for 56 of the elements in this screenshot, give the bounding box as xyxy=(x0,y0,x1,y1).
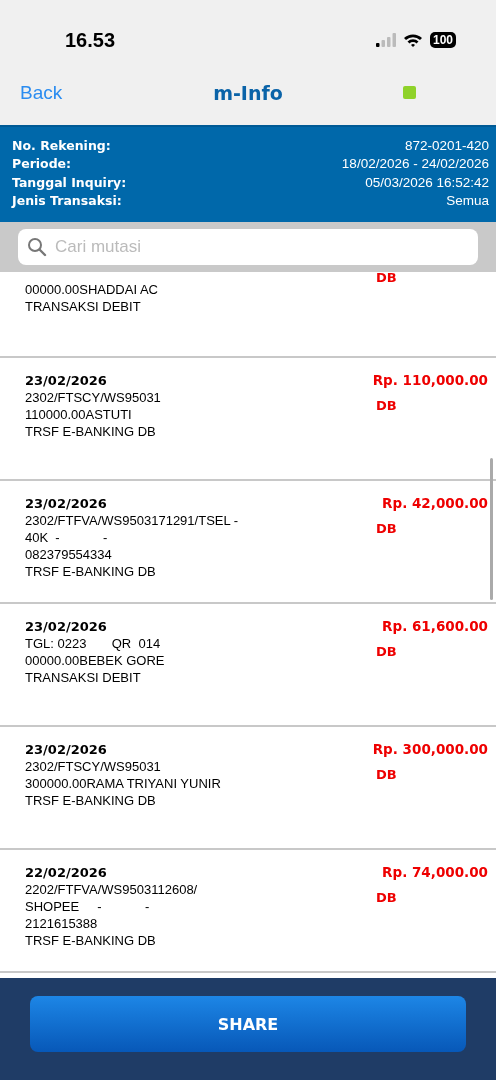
status-time: 16.53 xyxy=(65,29,116,53)
transaction-description: 2302/FTSCY/WS95031 xyxy=(25,389,161,406)
transaction-amount: Rp. 300,000.00 xyxy=(372,741,488,757)
transaction-type: DB xyxy=(376,767,397,782)
info-label: Periode: xyxy=(12,156,73,174)
transaction-description: 2302/FTFVA/WS9503171291/TSEL - xyxy=(25,512,239,529)
info-value: 18/02/2026 - 24/02/2026 xyxy=(340,156,489,174)
transaction-type: DB xyxy=(376,398,397,413)
transaction-description: 2302/FTSCY/WS95031 xyxy=(25,758,162,775)
transaction-description: SHOPEE - - xyxy=(25,898,151,915)
transaction-item[interactable]: 23/02/2026 TGL: 0223 QR 014 00000.00BEBEK GORE TRANSAKSI DEBIT Rp. 61,600.00 DB xyxy=(0,604,496,727)
battery-level: 100 xyxy=(429,32,456,48)
status-indicator xyxy=(403,86,416,99)
transaction-amount: Rp. 61,600.00 xyxy=(382,618,488,634)
transaction-description: 300000.00RAMA TRIYANI YUNIR xyxy=(25,775,221,792)
transaction-date: 23/02/2026 xyxy=(25,741,108,758)
transaction-description: 2121615388 xyxy=(25,915,99,932)
transaction-item[interactable]: 00000.00SHADDAI AC TRANSAKSI DEBIT DB xyxy=(0,272,496,358)
transaction-amount: Rp. 42,000.00 xyxy=(382,495,488,511)
info-value: 872-0201-420 xyxy=(403,138,489,155)
transaction-description: TRANSAKSI DEBIT xyxy=(25,298,142,315)
transaction-type: DB xyxy=(376,272,397,285)
transaction-description: TGL: 0223 QR 014 xyxy=(25,635,162,652)
info-label: Jenis Transaksi: xyxy=(12,192,123,210)
transaction-description: TRSF E-BANKING DB xyxy=(25,423,157,440)
transaction-amount: Rp. 74,000.00 xyxy=(382,864,488,880)
transaction-item[interactable]: 23/02/2026 2302/FTSCY/WS95031 110000.00ASTUTI TRSF E-BANKING DB Rp. 110,000.00 DB xyxy=(0,358,496,481)
share-button[interactable]: SHARE xyxy=(30,996,466,1052)
transaction-amount: Rp. 110,000.00 xyxy=(372,372,488,388)
info-label: Tanggal Inquiry: xyxy=(12,174,127,192)
signal-icon xyxy=(375,33,396,47)
transaction-item[interactable]: 23/02/2026 2302/FTSCY/WS95031 300000.00RAMA TRIYANI YUNIR TRSF E-BANKING DB Rp. 300,000.00 DB xyxy=(0,727,496,850)
screen-title: m-Info xyxy=(213,81,283,104)
transaction-date: 22/02/2026 xyxy=(25,864,108,881)
transaction-description: TRANSAKSI DEBIT xyxy=(25,669,142,686)
transaction-description: 00000.00SHADDAI AC xyxy=(25,281,158,298)
wifi-icon xyxy=(402,32,423,48)
transaction-date: 23/02/2026 xyxy=(25,618,108,635)
info-label: No. Rekening: xyxy=(12,138,112,155)
info-value: 05/03/2026 16:52:42 xyxy=(364,174,489,192)
search-field[interactable]: Cari mutasi xyxy=(18,229,478,265)
transaction-description: 110000.00ASTUTI xyxy=(25,406,133,423)
transaction-description: 082379554334 xyxy=(25,546,113,563)
transaction-description: TRSF E-BANKING DB xyxy=(25,792,157,809)
transaction-description: 40K - - xyxy=(25,529,109,546)
transaction-description: 2202/FTFVA/WS9503112608/ xyxy=(25,881,198,898)
transaction-description: TRSF E-BANKING DB xyxy=(25,563,157,580)
transaction-type: DB xyxy=(376,644,397,659)
transaction-description: 00000.00BEBEK GORE xyxy=(25,652,165,669)
transaction-type: DB xyxy=(376,521,397,536)
transaction-date: 23/02/2026 xyxy=(25,372,108,389)
transaction-type: DB xyxy=(376,890,397,905)
info-value: Semua xyxy=(445,192,489,210)
transaction-description: TRSF E-BANKING DB xyxy=(25,932,157,949)
transaction-item[interactable]: 22/02/2026 2202/FTFVA/WS9503112608/ SHOPEE - - 2121615388 TRSF E-BANKING DB Rp. 74,000.00 DB xyxy=(0,850,496,973)
transaction-date: 23/02/2026 xyxy=(25,495,108,512)
